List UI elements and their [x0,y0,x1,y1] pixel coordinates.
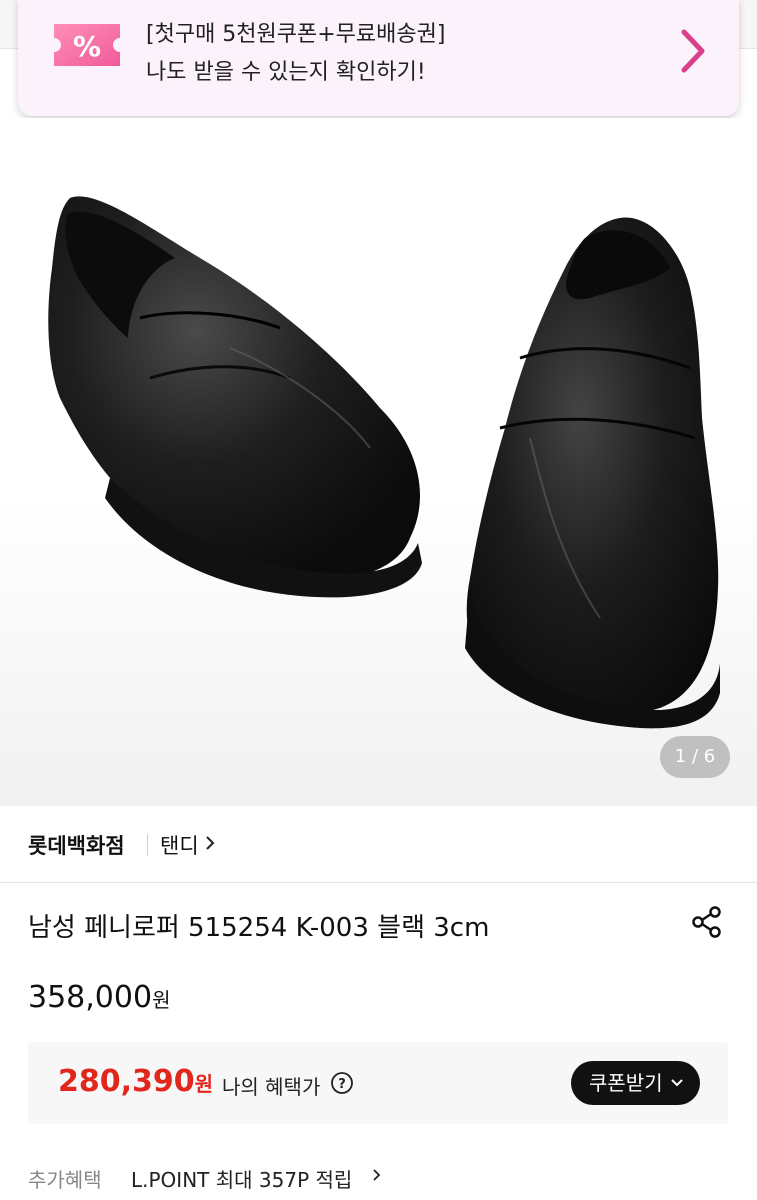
benefit-label: 나의 혜택가 [222,1075,321,1099]
chevron-right-icon[interactable] [205,835,215,851]
benefit-price-unit: 원 [194,1072,214,1096]
benefit-price-value: 280,390 [58,1064,195,1099]
promo-subtext: 나도 받을 수 있는지 확인하기! [146,60,426,85]
promo-headline: [첫구매 5천원쿠폰+무료배송권] [146,22,446,47]
price-unit: 원 [152,988,171,1012]
extra-benefit-label: 추가혜택 [28,1168,102,1192]
benefit-price-box: 280,390원 나의 혜택가 ? 쿠폰받기 [28,1042,728,1124]
chevron-down-icon [671,1079,683,1087]
brand-name-link[interactable]: 탠디 [160,830,199,860]
chevron-right-icon[interactable] [678,28,708,74]
chevron-right-icon[interactable] [372,1168,381,1182]
svg-text:%: % [73,30,101,63]
price-value: 358,000 [28,980,153,1015]
right-loafer [465,217,720,729]
image-pager-indicator: 1 / 6 [660,736,730,778]
question-circle-icon[interactable]: ? [330,1071,354,1095]
product-title: 남성 페니로퍼 515254 K-003 블랙 3cm [28,913,490,943]
svg-text:?: ? [338,1077,346,1092]
product-photo-loafers [48,196,720,729]
lpoint-benefit-link[interactable]: L.POINT 최대 357P 적립 [131,1164,352,1193]
first-purchase-promo-banner[interactable]: % [첫구매 5천원쿠폰+무료배송권] 나도 받을 수 있는지 확인하기! [18,0,739,116]
percent-coupon-icon: % [54,24,120,66]
original-price: 358,000원 [28,980,170,1015]
get-coupon-button[interactable]: 쿠폰받기 [571,1061,700,1105]
share-icon[interactable] [690,905,724,939]
product-image-gallery[interactable]: 1 / 6 [0,118,757,806]
left-loafer [48,196,422,598]
store-name[interactable]: 롯데백화점 [28,830,125,860]
brand-divider [147,834,148,856]
get-coupon-label: 쿠폰받기 [589,1071,663,1095]
benefit-price: 280,390원 [58,1064,213,1099]
brand-row[interactable]: 롯데백화점 탠디 [0,806,757,883]
